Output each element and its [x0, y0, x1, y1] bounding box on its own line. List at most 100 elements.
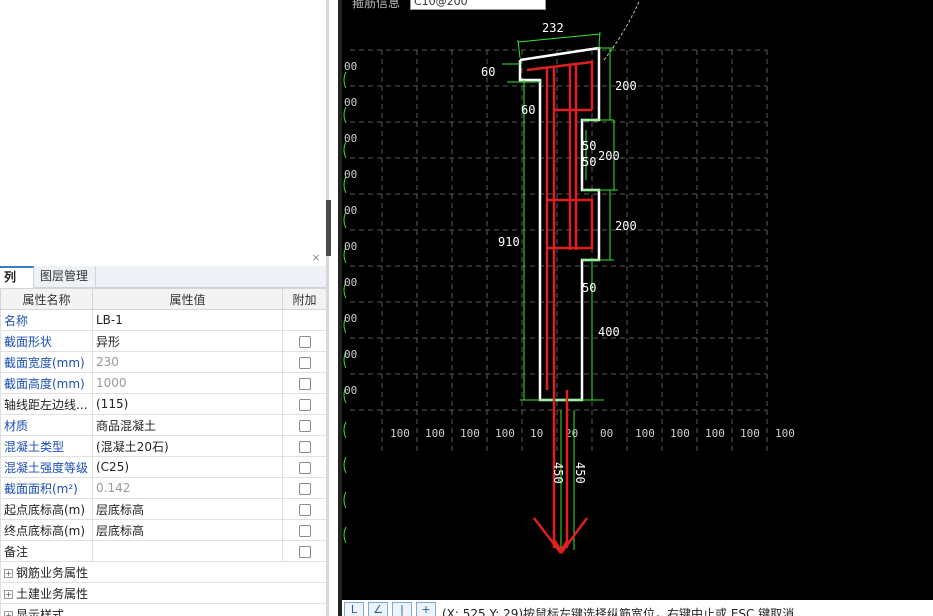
- grid-label-left: 00: [344, 240, 357, 253]
- grid-label-left: 00: [344, 168, 357, 181]
- expand-icon[interactable]: +: [4, 610, 13, 616]
- property-name: 混凝土类型: [0, 435, 93, 457]
- pane-splitter[interactable]: [326, 0, 342, 616]
- table-row[interactable]: 截面宽度(mm) 230: [0, 351, 327, 373]
- extra-checkbox[interactable]: [298, 419, 311, 432]
- table-row[interactable]: 备注: [0, 540, 327, 562]
- property-name: 截面宽度(mm): [0, 351, 93, 373]
- extra-checkbox[interactable]: [298, 440, 311, 453]
- grid-label-left: 00: [344, 312, 357, 325]
- vertical-tool-button[interactable]: |: [392, 602, 412, 616]
- property-name: 轴线距左边线...: [0, 393, 93, 415]
- property-group[interactable]: + 土建业务属性: [0, 582, 327, 604]
- table-row[interactable]: 轴线距左边线... (115): [0, 393, 327, 415]
- property-extra: [282, 456, 327, 478]
- expand-icon[interactable]: +: [4, 589, 13, 599]
- table-row[interactable]: 混凝土强度等级 (C25): [0, 456, 327, 478]
- extra-checkbox[interactable]: [298, 545, 311, 558]
- splitter-grip[interactable]: [326, 200, 331, 256]
- slash-tool-button[interactable]: ∠: [368, 602, 388, 616]
- properties-pane: × 列表 图层管理 属性名称 属性值 附加 名称LB-1截面形状异形截面宽度(m…: [0, 0, 327, 616]
- stirrup-info-input[interactable]: C10@200: [410, 0, 546, 10]
- dim-left-910: 910: [498, 235, 520, 249]
- extra-checkbox[interactable]: [298, 398, 311, 411]
- property-table: 属性名称 属性值 附加 名称 LB-1 截面形状 异形 截面宽度(mm) 230 截面高度(…: [0, 288, 327, 616]
- property-value[interactable]: (115): [92, 393, 283, 415]
- extra-checkbox[interactable]: [298, 335, 311, 348]
- property-value[interactable]: 层底标高: [92, 498, 283, 520]
- property-value[interactable]: 层底标高: [92, 519, 283, 541]
- property-group-row[interactable]: + 钢筋业务属性: [0, 561, 327, 583]
- grid-label-bottom: 100: [390, 427, 410, 440]
- dim-right-200a: 200: [615, 79, 637, 93]
- extra-checkbox[interactable]: [298, 482, 311, 495]
- line-tool-button[interactable]: L: [344, 602, 364, 616]
- extra-checkbox[interactable]: [298, 524, 311, 537]
- grid-label-bottom: 10: [530, 427, 543, 440]
- dim-right-400: 400: [598, 325, 620, 339]
- table-row[interactable]: 终点底标高(m) 层底标高: [0, 519, 327, 541]
- axis-bracket-mark: [343, 106, 347, 124]
- property-extra: [282, 393, 327, 415]
- dim-right-200b: 200: [598, 149, 620, 163]
- property-value[interactable]: [92, 540, 283, 562]
- property-value[interactable]: 1000: [92, 372, 283, 394]
- grid-label-left: 00: [344, 348, 357, 361]
- property-extra: [282, 330, 327, 352]
- close-icon[interactable]: ×: [310, 252, 322, 264]
- property-value[interactable]: (C25): [92, 456, 283, 478]
- status-text: (X: 525 Y: 29)按鼠标左键选择纵筋宽位，右键中止或 ESC 键取消: [442, 607, 795, 616]
- bottom-toolbar: L ∠ | + (X: 525 Y: 29)按鼠标左键选择纵筋宽位，右键中止或 …: [342, 600, 933, 616]
- grid-label-bottom: 100: [495, 427, 515, 440]
- extra-checkbox[interactable]: [298, 503, 311, 516]
- table-row[interactable]: 截面形状 异形: [0, 330, 327, 352]
- table-row[interactable]: 混凝土类型 (混凝土20石): [0, 435, 327, 457]
- dimension-texts: 232 60 60 200 50 50 200 200 910 50 400 4…: [481, 21, 637, 484]
- plus-tool-button[interactable]: +: [416, 602, 436, 616]
- dim-right-50a: 50: [582, 139, 596, 153]
- property-extra: [282, 519, 327, 541]
- property-value[interactable]: 异形: [92, 330, 283, 352]
- splitter-bar: [326, 0, 329, 616]
- property-value[interactable]: (混凝土20石): [92, 435, 283, 457]
- cad-drawing[interactable]: 00000000000000000000100 100 100 100 10 20 00 10…: [342, 0, 933, 600]
- tab-layer-management[interactable]: 图层管理: [34, 266, 96, 288]
- property-name: 终点底标高(m): [0, 519, 93, 541]
- dim-right-50b: 50: [582, 155, 596, 169]
- table-row[interactable]: 截面面积(m²) 0.142: [0, 477, 327, 499]
- drawing-canvas[interactable]: 00 00 00 00 00 00 00 00 00 00 100 100 100 100 10 20 00 10…: [342, 0, 933, 600]
- property-value[interactable]: 0.142: [92, 477, 283, 499]
- property-group[interactable]: + 显示样式: [0, 603, 327, 616]
- table-header: 属性名称 属性值 附加: [0, 288, 327, 310]
- table-row[interactable]: 截面高度(mm) 1000: [0, 372, 327, 394]
- dim-top-width: 232: [542, 21, 564, 35]
- dim-left-top: 60: [481, 65, 495, 79]
- grid-label-bottom: 100: [670, 427, 690, 440]
- grid-label-left: 00: [344, 96, 357, 109]
- extra-checkbox[interactable]: [298, 461, 311, 474]
- property-name: 起点底标高(m): [0, 498, 93, 520]
- dim-right-50c: 50: [582, 281, 596, 295]
- group-label: 钢筋业务属性: [16, 565, 89, 580]
- property-group-row[interactable]: + 显示样式: [0, 603, 327, 616]
- property-group-row[interactable]: + 土建业务属性: [0, 582, 327, 604]
- dim-anchor-450b: 450: [573, 462, 587, 484]
- extra-checkbox[interactable]: [298, 377, 311, 390]
- grid-label-left: 00: [344, 276, 357, 289]
- component-list-area: [0, 0, 326, 248]
- grid-label-bottom: 100: [775, 427, 795, 440]
- table-row[interactable]: 起点底标高(m) 层底标高: [0, 498, 327, 520]
- property-value[interactable]: LB-1: [92, 309, 283, 331]
- expand-icon[interactable]: +: [4, 568, 13, 578]
- grid-label-left: 00: [344, 132, 357, 145]
- axis-bracket-mark: [343, 421, 347, 439]
- property-value[interactable]: 230: [92, 351, 283, 373]
- grid-label-left: 00: [344, 60, 357, 73]
- property-value[interactable]: 商品混凝土: [92, 414, 283, 436]
- extra-checkbox[interactable]: [298, 356, 311, 369]
- property-name: 截面面积(m²): [0, 477, 93, 499]
- property-group[interactable]: + 钢筋业务属性: [0, 561, 327, 583]
- table-row[interactable]: 名称 LB-1: [0, 309, 327, 331]
- table-row[interactable]: 材质 商品混凝土: [0, 414, 327, 436]
- tab-list[interactable]: 列表: [0, 266, 34, 303]
